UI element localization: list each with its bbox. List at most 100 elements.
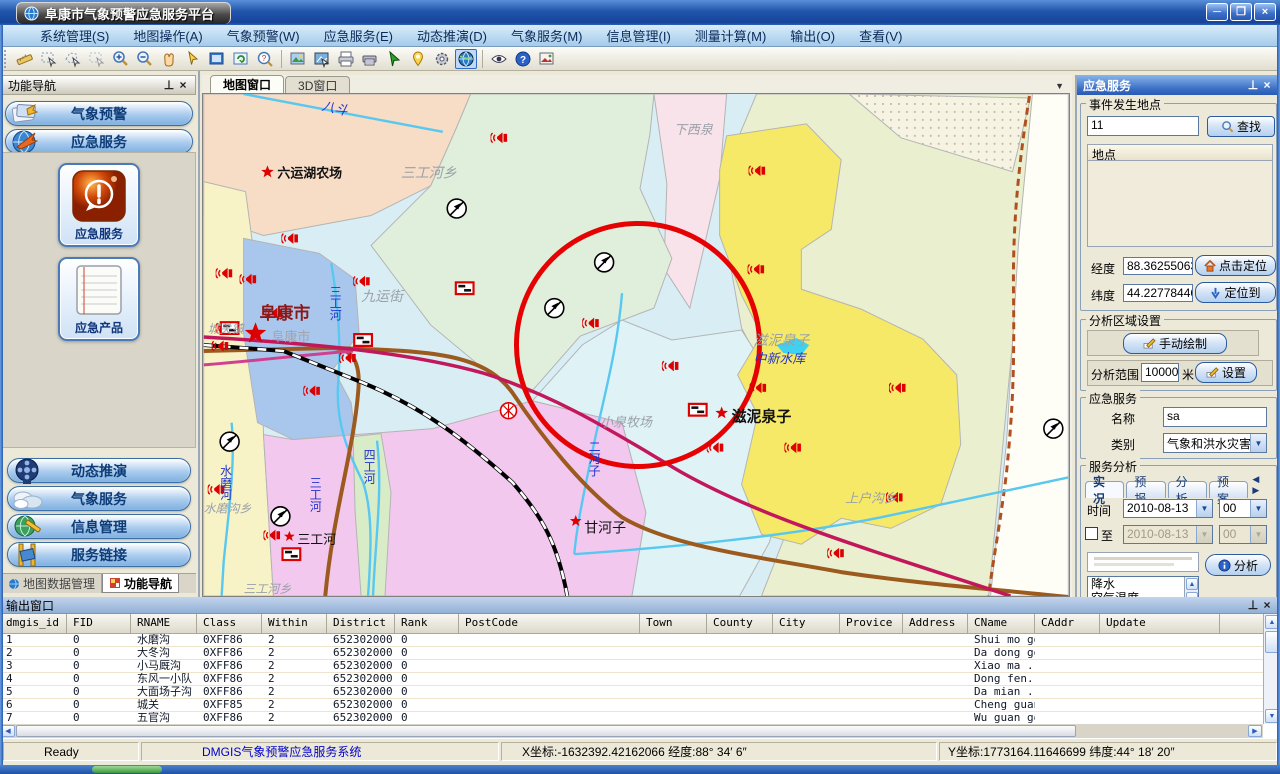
scroll-up-icon[interactable]: ▲ [1186, 578, 1198, 590]
hour-to-select[interactable]: 00 ▼ [1219, 525, 1267, 544]
tab-forecast[interactable]: 预报 [1126, 481, 1165, 498]
manual-draw-button[interactable]: 手动绘制 [1123, 333, 1227, 354]
zoom-in-icon[interactable] [110, 49, 132, 69]
select-rect-icon[interactable] [38, 49, 60, 69]
place-list-header[interactable]: 地点 [1087, 144, 1273, 161]
goto-location-button[interactable]: 定位到 [1195, 282, 1276, 303]
pan-hand-icon[interactable] [158, 49, 180, 69]
column-header[interactable]: dmgis_id [0, 614, 67, 633]
service-name-input[interactable]: sa [1163, 407, 1267, 427]
column-header[interactable]: Address [903, 614, 968, 633]
scroll-thumb[interactable] [16, 725, 1076, 737]
menu-item-9[interactable]: 查看(V) [847, 26, 914, 45]
element-list-scrollbar[interactable]: ▲ [1184, 577, 1198, 597]
measure-icon[interactable] [14, 49, 36, 69]
chevron-down-icon[interactable]: ▼ [1250, 434, 1266, 452]
place-marker-icon[interactable] [407, 49, 429, 69]
emergency-product-button[interactable]: 应急产品 [58, 257, 140, 341]
table-row[interactable]: 20大冬沟0XFF8626523020000Da dong gou [0, 647, 1263, 660]
table-row[interactable]: 60城关0XFF8526523020000Cheng guan [0, 699, 1263, 712]
tab-map-data-management[interactable]: 地图数据管理 [2, 574, 102, 593]
close-icon[interactable]: × [176, 78, 190, 92]
column-header[interactable]: PostCode [459, 614, 640, 633]
pin-icon[interactable]: ⊥ [162, 78, 176, 92]
column-header[interactable]: CAddr [1035, 614, 1100, 633]
table-row[interactable]: 40东风一小队0XFF8626523020000Dong fen... [0, 673, 1263, 686]
emergency-service-button[interactable]: 应急服务 [58, 163, 140, 247]
place-list[interactable] [1087, 161, 1273, 247]
longitude-input[interactable]: 88.36255063 [1123, 257, 1193, 275]
range-set-button[interactable]: 设置 [1195, 362, 1257, 383]
menu-item-3[interactable]: 应急服务(E) [312, 26, 405, 45]
date-to-select[interactable]: 2010-08-13 ▼ [1123, 525, 1213, 544]
menu-item-5[interactable]: 气象服务(M) [499, 26, 595, 45]
pointer-icon[interactable] [182, 49, 204, 69]
tab-plan[interactable]: 预案 [1209, 481, 1248, 498]
tab-map-window[interactable]: 地图窗口 [210, 75, 284, 93]
nav-group-emergency-service[interactable]: 应急服务 [5, 129, 193, 154]
column-header[interactable]: City [773, 614, 840, 633]
column-header[interactable]: RNAME [131, 614, 197, 633]
menu-item-6[interactable]: 信息管理(I) [595, 26, 683, 45]
settings-gear-icon[interactable] [431, 49, 453, 69]
scroll-left-icon[interactable]: ◀ [1, 725, 15, 737]
date-select[interactable]: 2010-08-13 ▼ [1123, 499, 1213, 518]
search-button[interactable]: 查找 [1207, 116, 1275, 137]
column-header[interactable]: CName [968, 614, 1035, 633]
tab-list-dropdown-icon[interactable]: ▼ [1055, 81, 1064, 91]
output-table[interactable]: dmgis_idFIDRNAMEClassWithinDistrictRankP… [0, 614, 1263, 724]
help-icon[interactable]: ? [512, 49, 534, 69]
print-icon[interactable] [335, 49, 357, 69]
run-analysis-button[interactable]: 分析 [1205, 554, 1271, 576]
globe-tool-icon[interactable] [455, 49, 477, 69]
column-header[interactable]: Class [197, 614, 262, 633]
tab-live[interactable]: 实况 [1085, 481, 1124, 498]
resize-grip[interactable] [92, 766, 162, 773]
nav-group-dynamic-deduction[interactable]: 动态推演 [7, 458, 191, 483]
nav-group-info-management[interactable]: 信息管理 [7, 514, 191, 539]
to-checkbox[interactable] [1085, 527, 1098, 540]
menu-item-8[interactable]: 输出(O) [778, 26, 847, 45]
table-row[interactable]: 50大面场子沟0XFF8626523020000Da mian ... [0, 686, 1263, 699]
close-icon[interactable]: × [1260, 598, 1274, 612]
tab-analyze[interactable]: 分析 [1168, 481, 1207, 498]
location-search-input[interactable]: 11 [1087, 116, 1199, 136]
list-item[interactable]: 降水 [1088, 577, 1198, 591]
latitude-input[interactable]: 44.22778446 [1123, 284, 1193, 302]
column-header[interactable]: District [327, 614, 395, 633]
map-canvas[interactable]: 八斗 六运湖农场 三工河乡 下西泉 九运街 阜康市 城关镇 阜康市 滋泥泉子 中… [202, 93, 1070, 597]
menu-item-0[interactable]: 系统管理(S) [28, 26, 121, 45]
pin-icon[interactable]: ⊥ [1246, 78, 1260, 92]
map-export-icon[interactable] [311, 49, 333, 69]
column-header[interactable]: Town [640, 614, 707, 633]
identify-icon[interactable]: ? [254, 49, 276, 69]
nav-group-service-link[interactable]: 服务链接 [7, 542, 191, 567]
close-icon[interactable]: × [1260, 78, 1274, 92]
click-locate-button[interactable]: 点击定位 [1195, 255, 1276, 276]
table-row[interactable]: 30小马厩沟0XFF8626523020000Xiao ma ... [0, 660, 1263, 673]
menu-item-1[interactable]: 地图操作(A) [121, 26, 214, 45]
column-header[interactable]: Rank [395, 614, 459, 633]
select-poly-icon[interactable] [62, 49, 84, 69]
column-header[interactable]: Provice [840, 614, 903, 633]
menu-item-4[interactable]: 动态推演(D) [405, 26, 499, 45]
chevron-down-icon[interactable]: ▼ [1250, 500, 1266, 517]
deselect-icon[interactable] [86, 49, 108, 69]
column-header[interactable]: FID [67, 614, 131, 633]
service-type-select[interactable]: 气象和洪水灾害 ▼ [1163, 433, 1267, 453]
menu-item-7[interactable]: 测量计算(M) [683, 26, 779, 45]
column-header[interactable]: County [707, 614, 773, 633]
export-picture-icon[interactable] [536, 49, 558, 69]
toolbar-grip[interactable] [4, 50, 8, 68]
restore-button[interactable]: ❐ [1230, 3, 1252, 21]
eye-icon[interactable] [488, 49, 510, 69]
table-row[interactable]: 10水磨沟0XFF8626523020000Shui mo gou [0, 634, 1263, 647]
nav-group-weather-warning[interactable]: 气象预警 [5, 101, 193, 126]
column-header[interactable]: Within [262, 614, 327, 633]
scroll-right-icon[interactable]: ▶ [1248, 725, 1262, 737]
zoom-out-icon[interactable] [134, 49, 156, 69]
minimize-button[interactable]: ─ [1206, 3, 1228, 21]
nav-group-weather-service[interactable]: 气象服务 [7, 486, 191, 511]
hour-select[interactable]: 00 ▼ [1219, 499, 1267, 518]
refresh-icon[interactable] [230, 49, 252, 69]
